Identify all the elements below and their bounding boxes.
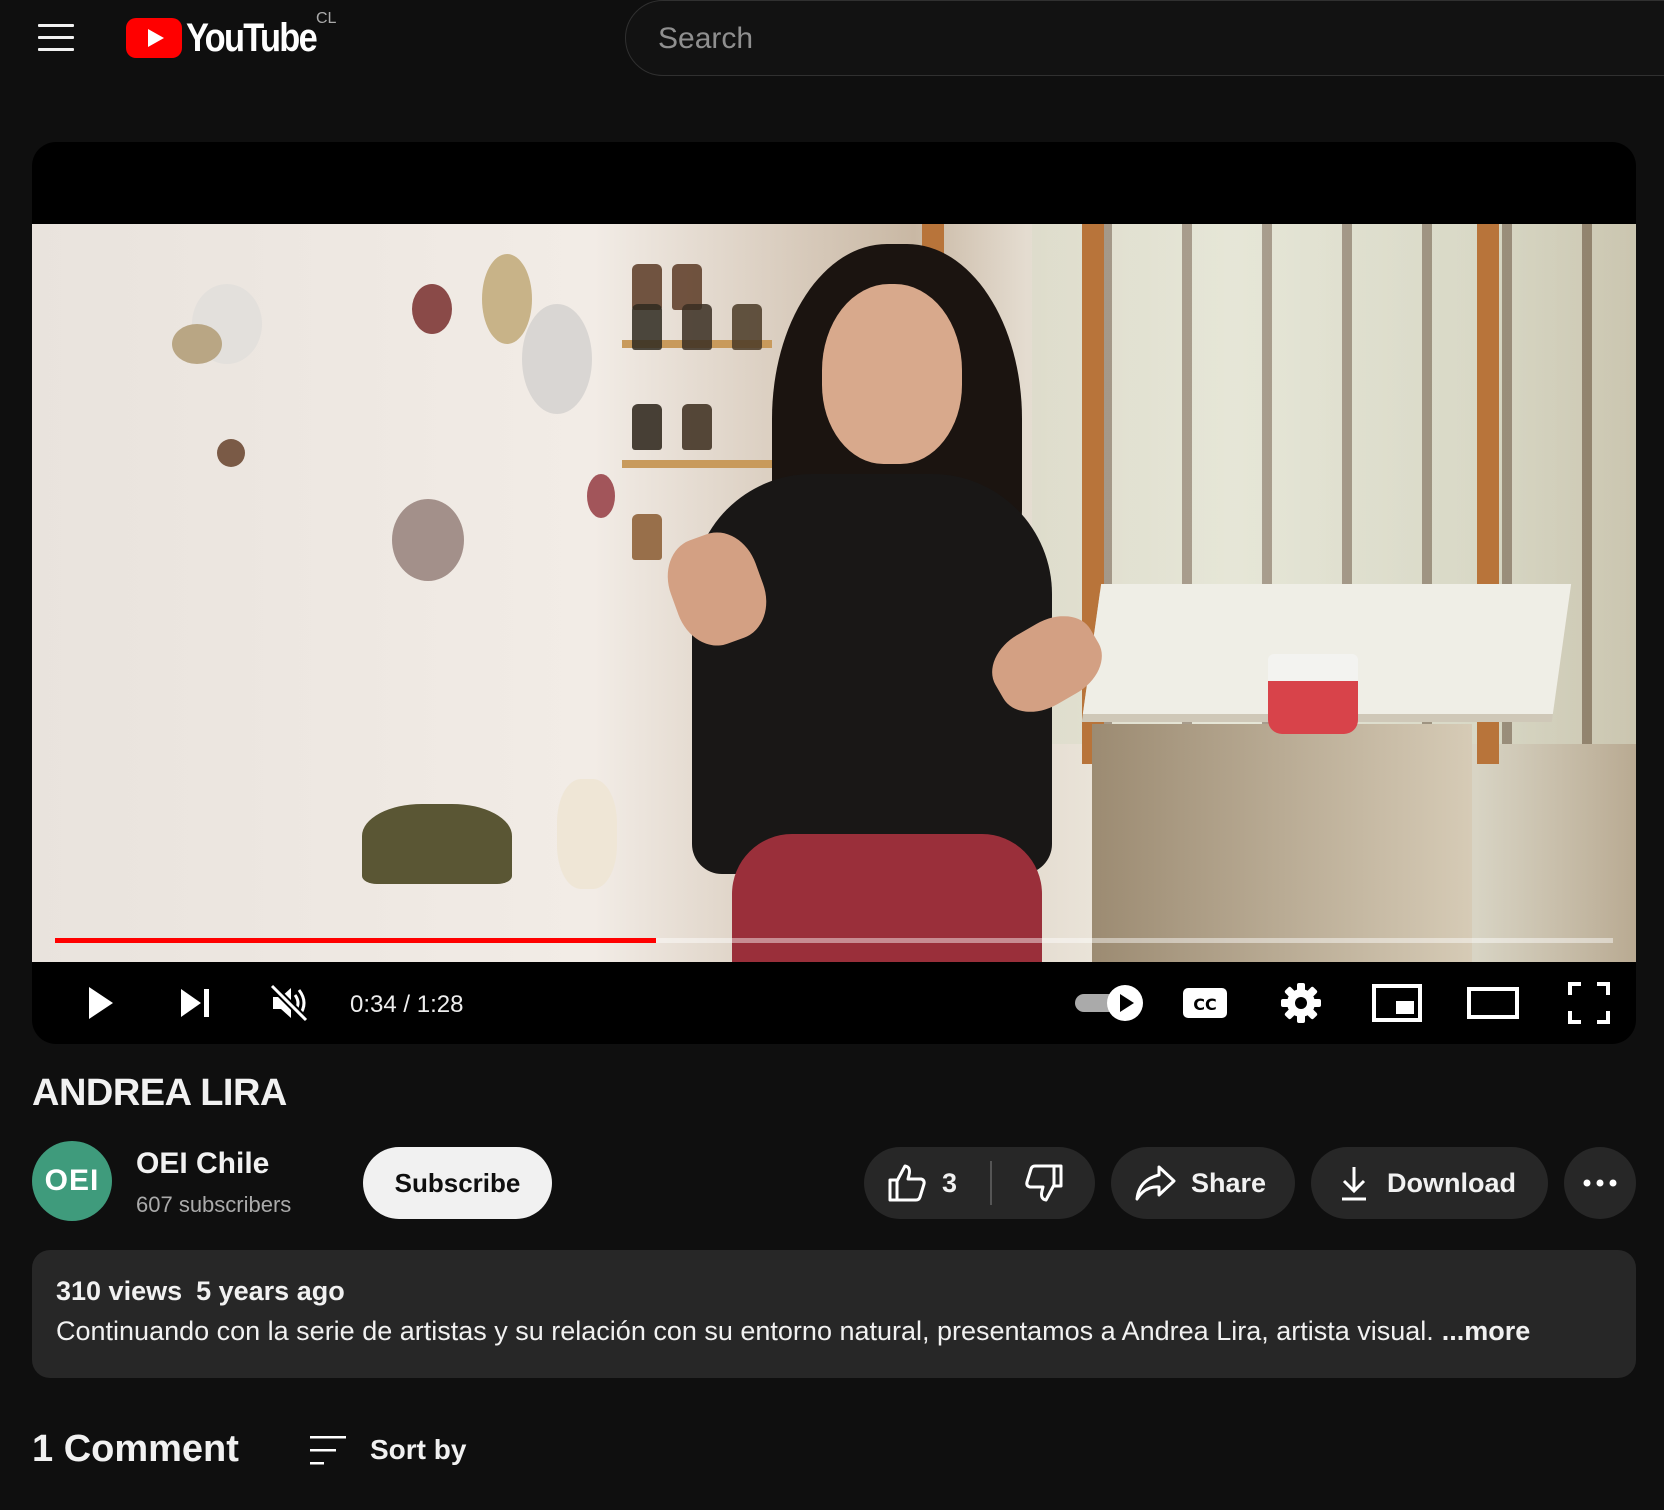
play-button[interactable]	[72, 978, 126, 1028]
masthead: YouTube CL	[0, 0, 1664, 80]
share-label: Share	[1191, 1167, 1267, 1198]
download-icon	[1342, 1167, 1366, 1201]
closed-captions-icon: CC	[1183, 988, 1227, 1018]
subscriber-count: 607 subscribers	[136, 1192, 292, 1217]
skip-next-icon	[181, 989, 209, 1017]
channel-avatar[interactable]: OEI	[32, 1141, 112, 1221]
gear-icon	[1281, 983, 1321, 1023]
logo-text: YouTube	[186, 15, 318, 60]
download-button[interactable]: Download	[1311, 1147, 1548, 1219]
dislike-button[interactable]	[992, 1147, 1095, 1219]
play-icon	[89, 987, 113, 1019]
description-box[interactable]: 310 views 5 years ago Continuando con la …	[32, 1250, 1636, 1378]
avatar-text: OEI	[44, 1164, 100, 1197]
country-code: CL	[316, 10, 337, 27]
autoplay-toggle-icon	[1075, 985, 1143, 1021]
sort-by-label: Sort by	[370, 1434, 467, 1465]
menu-icon[interactable]	[30, 16, 82, 60]
share-arrow-icon	[1135, 1165, 1176, 1201]
channel-name[interactable]: OEI Chile	[136, 1147, 269, 1181]
time-display: 0:34 / 1:28	[350, 991, 464, 1018]
video-frame[interactable]	[32, 224, 1636, 962]
like-count: 3	[942, 1167, 958, 1198]
autoplay-toggle[interactable]	[1072, 978, 1148, 1028]
search-input[interactable]	[658, 19, 1558, 59]
thumbs-up-icon	[888, 1164, 926, 1202]
like-button[interactable]: 3	[864, 1147, 990, 1219]
like-dislike-group: 3	[864, 1147, 1095, 1219]
share-button[interactable]: Share	[1111, 1147, 1295, 1219]
thumbs-down-icon	[1024, 1164, 1062, 1202]
volume-muted-icon	[269, 983, 309, 1023]
comments-count: 1 Comment	[32, 1428, 239, 1470]
subscribe-button[interactable]: Subscribe	[363, 1147, 552, 1219]
player-controls: 0:34 / 1:28 CC	[32, 962, 1636, 1044]
more-horizontal-icon	[1583, 1179, 1617, 1187]
sort-icon	[310, 1436, 346, 1465]
mute-button[interactable]	[262, 978, 316, 1028]
description-text: Continuando con la serie de artistas y s…	[56, 1316, 1530, 1347]
upload-age: 5 years ago	[196, 1276, 345, 1306]
subtitles-button[interactable]: CC	[1178, 978, 1232, 1028]
miniplayer-button[interactable]	[1370, 978, 1424, 1028]
more-actions-button[interactable]	[1564, 1147, 1636, 1219]
theater-mode-icon	[1467, 987, 1519, 1019]
search-box	[625, 0, 1664, 76]
video-title: ANDREA LIRA	[32, 1072, 287, 1114]
video-player[interactable]: 0:34 / 1:28 CC	[32, 142, 1636, 1044]
miniplayer-icon	[1372, 984, 1422, 1022]
view-count: 310 views	[56, 1276, 183, 1306]
sort-comments-button[interactable]: Sort by	[308, 1428, 466, 1472]
mug	[1268, 654, 1358, 734]
youtube-logo[interactable]: YouTube CL	[126, 10, 337, 60]
progress-played	[55, 938, 657, 943]
svg-text:CC: CC	[1193, 995, 1216, 1014]
download-label: Download	[1387, 1167, 1516, 1198]
theater-mode-button[interactable]	[1466, 978, 1520, 1028]
next-button[interactable]	[168, 978, 222, 1028]
youtube-play-icon	[126, 18, 182, 58]
description-meta: 310 views 5 years ago	[56, 1276, 345, 1307]
progress-bar[interactable]	[55, 938, 1613, 943]
description-more-link[interactable]: ...more	[1442, 1316, 1531, 1346]
settings-button[interactable]	[1274, 978, 1328, 1028]
fullscreen-icon	[1568, 982, 1610, 1024]
fullscreen-button[interactable]	[1562, 978, 1616, 1028]
description-body: Continuando con la serie de artistas y s…	[56, 1316, 1434, 1346]
